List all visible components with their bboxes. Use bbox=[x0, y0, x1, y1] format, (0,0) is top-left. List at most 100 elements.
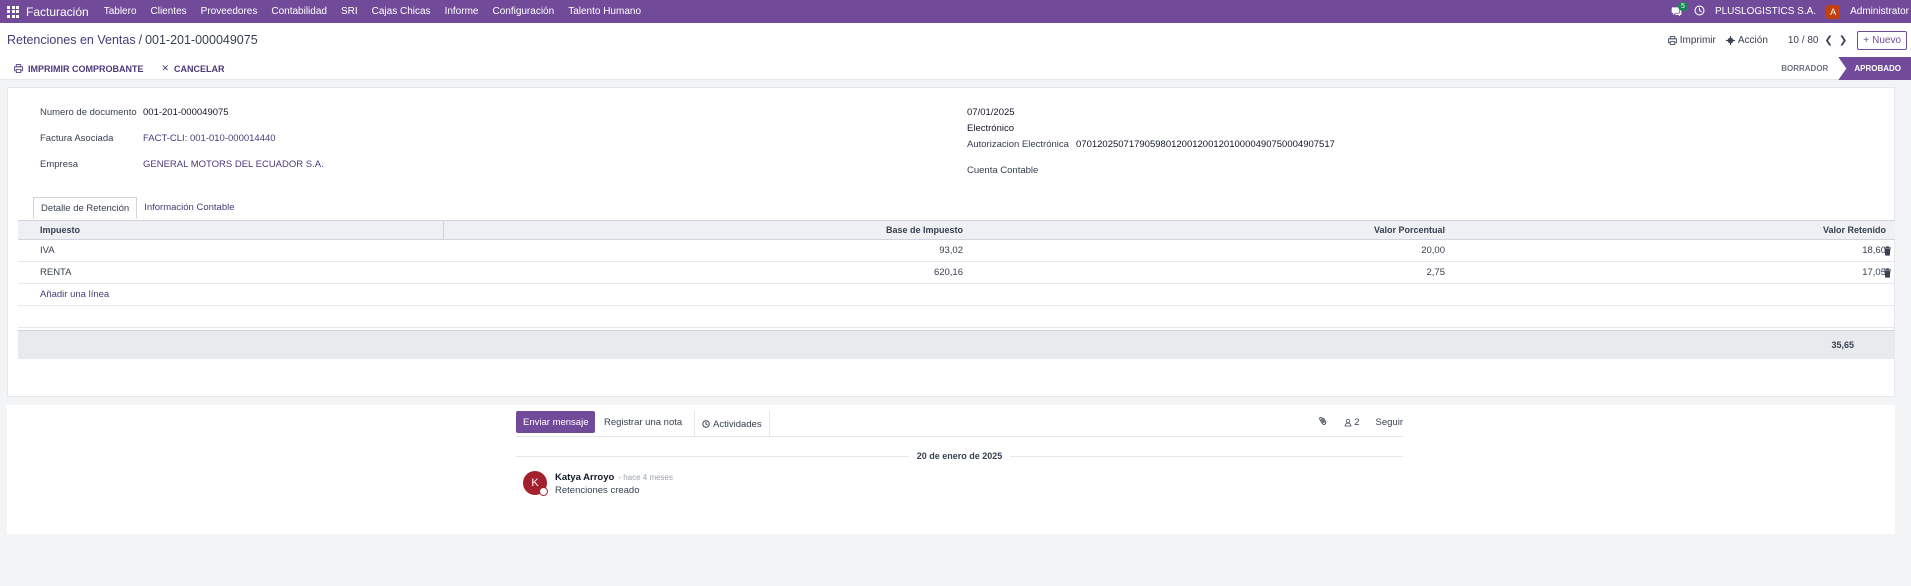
pager-value[interactable]: 10 / 80 bbox=[1788, 35, 1819, 46]
menu-contabilidad[interactable]: Contabilidad bbox=[271, 6, 327, 17]
menu-informe[interactable]: Informe bbox=[445, 6, 479, 17]
message-author: Katya Arroyo - hace 4 meses bbox=[555, 472, 673, 483]
author-name[interactable]: Katya Arroyo bbox=[555, 472, 614, 483]
app-title[interactable]: Facturación bbox=[26, 5, 89, 19]
date-separator: 20 de enero de 2025 bbox=[516, 451, 1403, 461]
totals-row: 35,65 bbox=[18, 330, 1895, 359]
apps-menu-icon[interactable] bbox=[0, 0, 26, 23]
message-avatar[interactable]: K bbox=[523, 471, 548, 496]
printer-icon bbox=[14, 64, 23, 73]
message-time: - hace 4 meses bbox=[618, 473, 674, 482]
menu-talento-humano[interactable]: Talento Humano bbox=[568, 6, 641, 17]
cancel-label: CANCELAR bbox=[174, 63, 225, 74]
close-icon: ✕ bbox=[161, 63, 170, 73]
row-withheld: 17,05 bbox=[1862, 267, 1886, 278]
avatar-initial: K bbox=[531, 477, 539, 489]
invoice-label: Factura Asociada bbox=[40, 133, 114, 144]
activities-label: Actividades bbox=[713, 418, 762, 430]
stage-borrador[interactable]: BORRADOR bbox=[1771, 57, 1838, 80]
user-menu[interactable]: Administrator bbox=[1850, 6, 1909, 17]
tab-informacion-contable[interactable]: Información Contable bbox=[137, 197, 241, 219]
log-note-button[interactable]: Registrar una nota bbox=[597, 411, 689, 433]
message-body: Retenciones creado bbox=[555, 485, 640, 496]
row-withheld: 18,60 bbox=[1862, 245, 1886, 256]
row-base: 620,16 bbox=[933, 267, 963, 278]
menu-tablero[interactable]: Tablero bbox=[104, 6, 137, 17]
messaging-count-badge: 5 bbox=[1678, 1, 1688, 11]
header-base[interactable]: Base de Impuesto bbox=[443, 221, 963, 239]
retention-lines-table: Impuesto Base de Impuesto Valor Porcentu… bbox=[18, 220, 1895, 328]
menu-cajas-chicas[interactable]: Cajas Chicas bbox=[372, 6, 431, 17]
account-label: Cuenta Contable bbox=[967, 165, 1039, 176]
activities-button[interactable]: Actividades bbox=[694, 411, 770, 437]
company-switcher[interactable]: PLUSLOGISTICS S.A. bbox=[1715, 6, 1816, 17]
send-message-button[interactable]: Enviar mensaje bbox=[516, 411, 596, 433]
doc-number-value[interactable]: 001-201-000049075 bbox=[143, 107, 229, 118]
print-button[interactable]: Imprimir bbox=[1667, 35, 1716, 46]
doc-number-label: Numero de documento bbox=[40, 107, 137, 118]
follow-button[interactable]: Seguir bbox=[1376, 417, 1403, 428]
row-tax: IVA bbox=[40, 245, 55, 256]
menu-sri[interactable]: SRI bbox=[341, 6, 358, 17]
row-tax: RENTA bbox=[40, 267, 72, 278]
breadcrumb: Retenciones en Ventas/001-201-000049075 bbox=[7, 33, 258, 47]
cancel-button[interactable]: ✕ CANCELAR bbox=[162, 63, 225, 74]
print-label: Imprimir bbox=[1679, 35, 1716, 46]
auth-value[interactable]: 0701202507179059801200120012010000490750… bbox=[1076, 139, 1335, 150]
top-navbar: Facturación Tablero Clientes Proveedores… bbox=[0, 0, 1911, 23]
print-voucher-label: IMPRIMIR COMPROBANTE bbox=[28, 63, 144, 74]
date-value[interactable]: 07/01/2025 bbox=[967, 107, 1015, 118]
printer-icon bbox=[1667, 36, 1677, 45]
company-label: Empresa bbox=[40, 159, 79, 170]
header-impuesto[interactable]: Impuesto bbox=[40, 221, 80, 239]
row-pct: 2,75 bbox=[1426, 267, 1446, 278]
tab-detalle-retencion[interactable]: Detalle de Retención bbox=[33, 197, 138, 219]
pager-next-icon[interactable]: ❯ bbox=[1839, 35, 1847, 46]
breadcrumb-parent[interactable]: Retenciones en Ventas bbox=[7, 33, 136, 47]
gear-icon bbox=[1725, 36, 1735, 45]
trash-icon[interactable] bbox=[1878, 240, 1892, 261]
breadcrumb-separator: / bbox=[138, 33, 143, 47]
status-bar: IMPRIMIR COMPROBANTE ✕ CANCELAR BORRADOR… bbox=[0, 57, 1911, 80]
empty-row bbox=[18, 306, 1895, 328]
total-withheld: 35,65 bbox=[1831, 340, 1854, 350]
followers-button[interactable]: 2 bbox=[1344, 416, 1360, 428]
menu-proveedores[interactable]: Proveedores bbox=[201, 6, 258, 17]
notebook-tabs: Detalle de Retención Información Contabl… bbox=[33, 197, 242, 219]
table-row[interactable]: RENTA 620,16 2,75 17,05 bbox=[18, 262, 1895, 284]
menu-configuracion[interactable]: Configuración bbox=[492, 6, 554, 17]
user-avatar[interactable]: A bbox=[1826, 4, 1841, 19]
menu-clientes[interactable]: Clientes bbox=[151, 6, 187, 17]
print-voucher-button[interactable]: IMPRIMIR COMPROBANTE bbox=[14, 63, 144, 74]
date-separator-label: 20 de enero de 2025 bbox=[908, 451, 1011, 461]
status-stages: BORRADOR APROBADO bbox=[1771, 57, 1911, 80]
chatter-toolbar: Enviar mensaje Registrar una nota Activi… bbox=[516, 411, 1403, 437]
add-line-link[interactable]: Añadir una línea bbox=[40, 284, 109, 305]
action-label: Acción bbox=[1737, 35, 1768, 46]
trash-icon[interactable] bbox=[1878, 262, 1892, 283]
add-line-row: Añadir una línea bbox=[18, 284, 1895, 306]
header-porcentual[interactable]: Valor Porcentual bbox=[968, 221, 1445, 239]
stage-aprobado[interactable]: APROBADO bbox=[1838, 57, 1911, 80]
table-row[interactable]: IVA 93,02 20,00 18,60 bbox=[18, 240, 1895, 262]
company-link[interactable]: GENERAL MOTORS DEL ECUADOR S.A. bbox=[143, 159, 324, 170]
presence-dot bbox=[539, 487, 548, 496]
followers-count: 2 bbox=[1354, 416, 1360, 428]
pager: 10 / 80 ❮ ❯ bbox=[1788, 35, 1847, 46]
activity-clock-icon[interactable] bbox=[1694, 4, 1705, 19]
clock-icon bbox=[702, 420, 710, 428]
new-label: Nuevo bbox=[1872, 35, 1901, 46]
emission-type-value[interactable]: Electrónico bbox=[967, 123, 1014, 134]
new-button[interactable]: + Nuevo bbox=[1857, 31, 1907, 50]
breadcrumb-current: 001-201-000049075 bbox=[145, 33, 258, 47]
pager-previous-icon[interactable]: ❮ bbox=[1824, 35, 1832, 46]
invoice-link[interactable]: FACT-CLI: 001-010-000014440 bbox=[143, 133, 276, 144]
action-button[interactable]: Acción bbox=[1725, 35, 1768, 46]
auth-label: Autorizacion Electrónica bbox=[967, 139, 1069, 150]
row-pct: 20,00 bbox=[1421, 245, 1445, 256]
header-retenido[interactable]: Valor Retenido bbox=[1450, 221, 1886, 239]
messaging-icon[interactable]: 5 bbox=[1670, 1, 1688, 19]
paperclip-icon[interactable] bbox=[1318, 416, 1328, 429]
user-icon bbox=[1344, 418, 1352, 426]
plus-icon: + bbox=[1863, 35, 1870, 46]
